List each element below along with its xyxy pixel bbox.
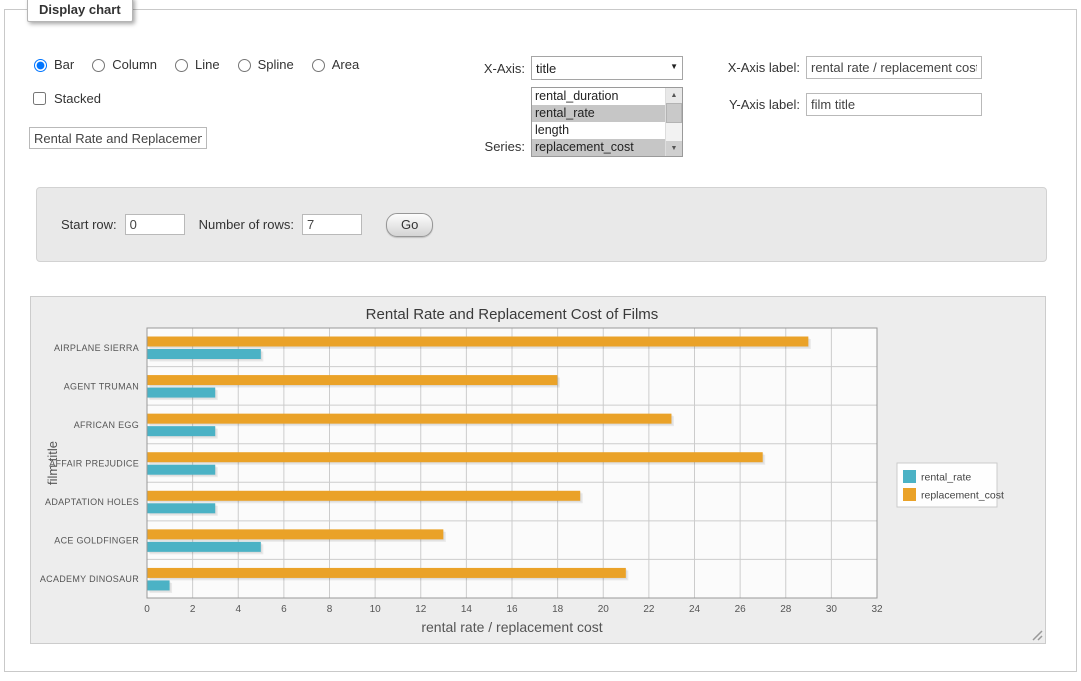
- x-axis-label-row: X-Axis label:: [645, 56, 982, 79]
- svg-text:28: 28: [780, 604, 792, 615]
- y-axis-label-input[interactable]: [806, 93, 982, 116]
- svg-text:10: 10: [370, 604, 382, 615]
- svg-text:rental_rate: rental_rate: [921, 472, 971, 484]
- svg-text:32: 32: [871, 604, 883, 615]
- chart-type-radio-bar[interactable]: [34, 59, 47, 72]
- chart-canvas: 02468101214161820222426283032AIRPLANE SI…: [31, 297, 1045, 643]
- svg-text:6: 6: [281, 604, 287, 615]
- svg-text:14: 14: [461, 604, 473, 615]
- y-axis-label-row: Y-Axis label:: [645, 93, 982, 116]
- chart-type-option-bar[interactable]: Bar: [29, 56, 74, 72]
- svg-text:AFRICAN EGG: AFRICAN EGG: [74, 420, 139, 430]
- svg-text:16: 16: [506, 604, 518, 615]
- series-row: Series: rental_durationrental_ratelength…: [405, 87, 683, 157]
- svg-text:AFFAIR PREJUDICE: AFFAIR PREJUDICE: [49, 459, 139, 469]
- svg-text:18: 18: [552, 604, 564, 615]
- display-chart-legend: Display chart: [27, 0, 133, 22]
- series-label: Series:: [405, 139, 525, 157]
- svg-text:22: 22: [643, 604, 655, 615]
- svg-text:24: 24: [689, 604, 701, 615]
- x-axis-row: X-Axis: title ▼: [405, 56, 683, 80]
- stacked-label: Stacked: [54, 91, 101, 106]
- svg-text:Rental Rate and Replacement Co: Rental Rate and Replacement Cost of Film…: [366, 306, 659, 323]
- chart-type-radio-line[interactable]: [175, 59, 188, 72]
- x-axis-label: X-Axis:: [405, 61, 525, 76]
- series-option-replacement_cost[interactable]: replacement_cost: [532, 139, 665, 156]
- chart-type-option-column[interactable]: Column: [87, 56, 157, 72]
- stacked-row: Stacked: [29, 89, 101, 108]
- start-row-input[interactable]: [125, 214, 185, 235]
- svg-text:30: 30: [826, 604, 838, 615]
- chart-type-radio-spline[interactable]: [238, 59, 251, 72]
- svg-text:replacement_cost: replacement_cost: [921, 490, 1004, 502]
- series-option-length[interactable]: length: [532, 122, 665, 139]
- chart-title-input[interactable]: [29, 127, 207, 149]
- chart-panel: 02468101214161820222426283032AIRPLANE SI…: [30, 296, 1046, 644]
- stacked-checkbox[interactable]: [33, 92, 46, 105]
- chart-type-radios: Bar Column Line Spline Area: [29, 56, 359, 72]
- chart-type-option-line[interactable]: Line: [170, 56, 220, 72]
- num-rows-input[interactable]: [302, 214, 362, 235]
- svg-text:4: 4: [235, 604, 241, 615]
- resize-handle-icon[interactable]: [1031, 629, 1044, 642]
- chart-type-option-area[interactable]: Area: [307, 56, 359, 72]
- svg-text:8: 8: [327, 604, 333, 615]
- page: Display chart Bar Column Line Spline Area St…: [0, 0, 1081, 681]
- y-axis-label-field-label: Y-Axis label:: [645, 97, 800, 112]
- chart-type-radio-area[interactable]: [312, 59, 325, 72]
- svg-text:0: 0: [144, 604, 150, 615]
- chart-type-radio-column[interactable]: [92, 59, 105, 72]
- svg-text:film title: film title: [45, 441, 60, 485]
- start-row-label: Start row:: [61, 217, 117, 232]
- svg-text:ADAPTATION HOLES: ADAPTATION HOLES: [45, 497, 139, 507]
- num-rows-label: Number of rows:: [199, 217, 294, 232]
- scroll-down-icon[interactable]: ▼: [666, 141, 682, 156]
- svg-text:ACE GOLDFINGER: ACE GOLDFINGER: [54, 536, 139, 546]
- chart-type-option-spline[interactable]: Spline: [233, 56, 294, 72]
- svg-text:26: 26: [735, 604, 747, 615]
- svg-text:20: 20: [598, 604, 610, 615]
- svg-text:rental rate / replacement cost: rental rate / replacement cost: [421, 619, 602, 635]
- display-chart-fieldset: Display chart BarColumnLineSplineArea St…: [4, 9, 1077, 672]
- rows-panel: Start row: Number of rows: Go: [36, 187, 1047, 262]
- go-button[interactable]: Go: [386, 213, 433, 237]
- svg-text:AIRPLANE SIERRA: AIRPLANE SIERRA: [54, 343, 139, 353]
- x-axis-label-input[interactable]: [806, 56, 982, 79]
- svg-text:12: 12: [415, 604, 427, 615]
- svg-text:AGENT TRUMAN: AGENT TRUMAN: [64, 381, 139, 391]
- svg-text:ACADEMY DINOSAUR: ACADEMY DINOSAUR: [40, 574, 139, 584]
- svg-text:2: 2: [190, 604, 196, 615]
- x-axis-label-field-label: X-Axis label:: [645, 60, 800, 75]
